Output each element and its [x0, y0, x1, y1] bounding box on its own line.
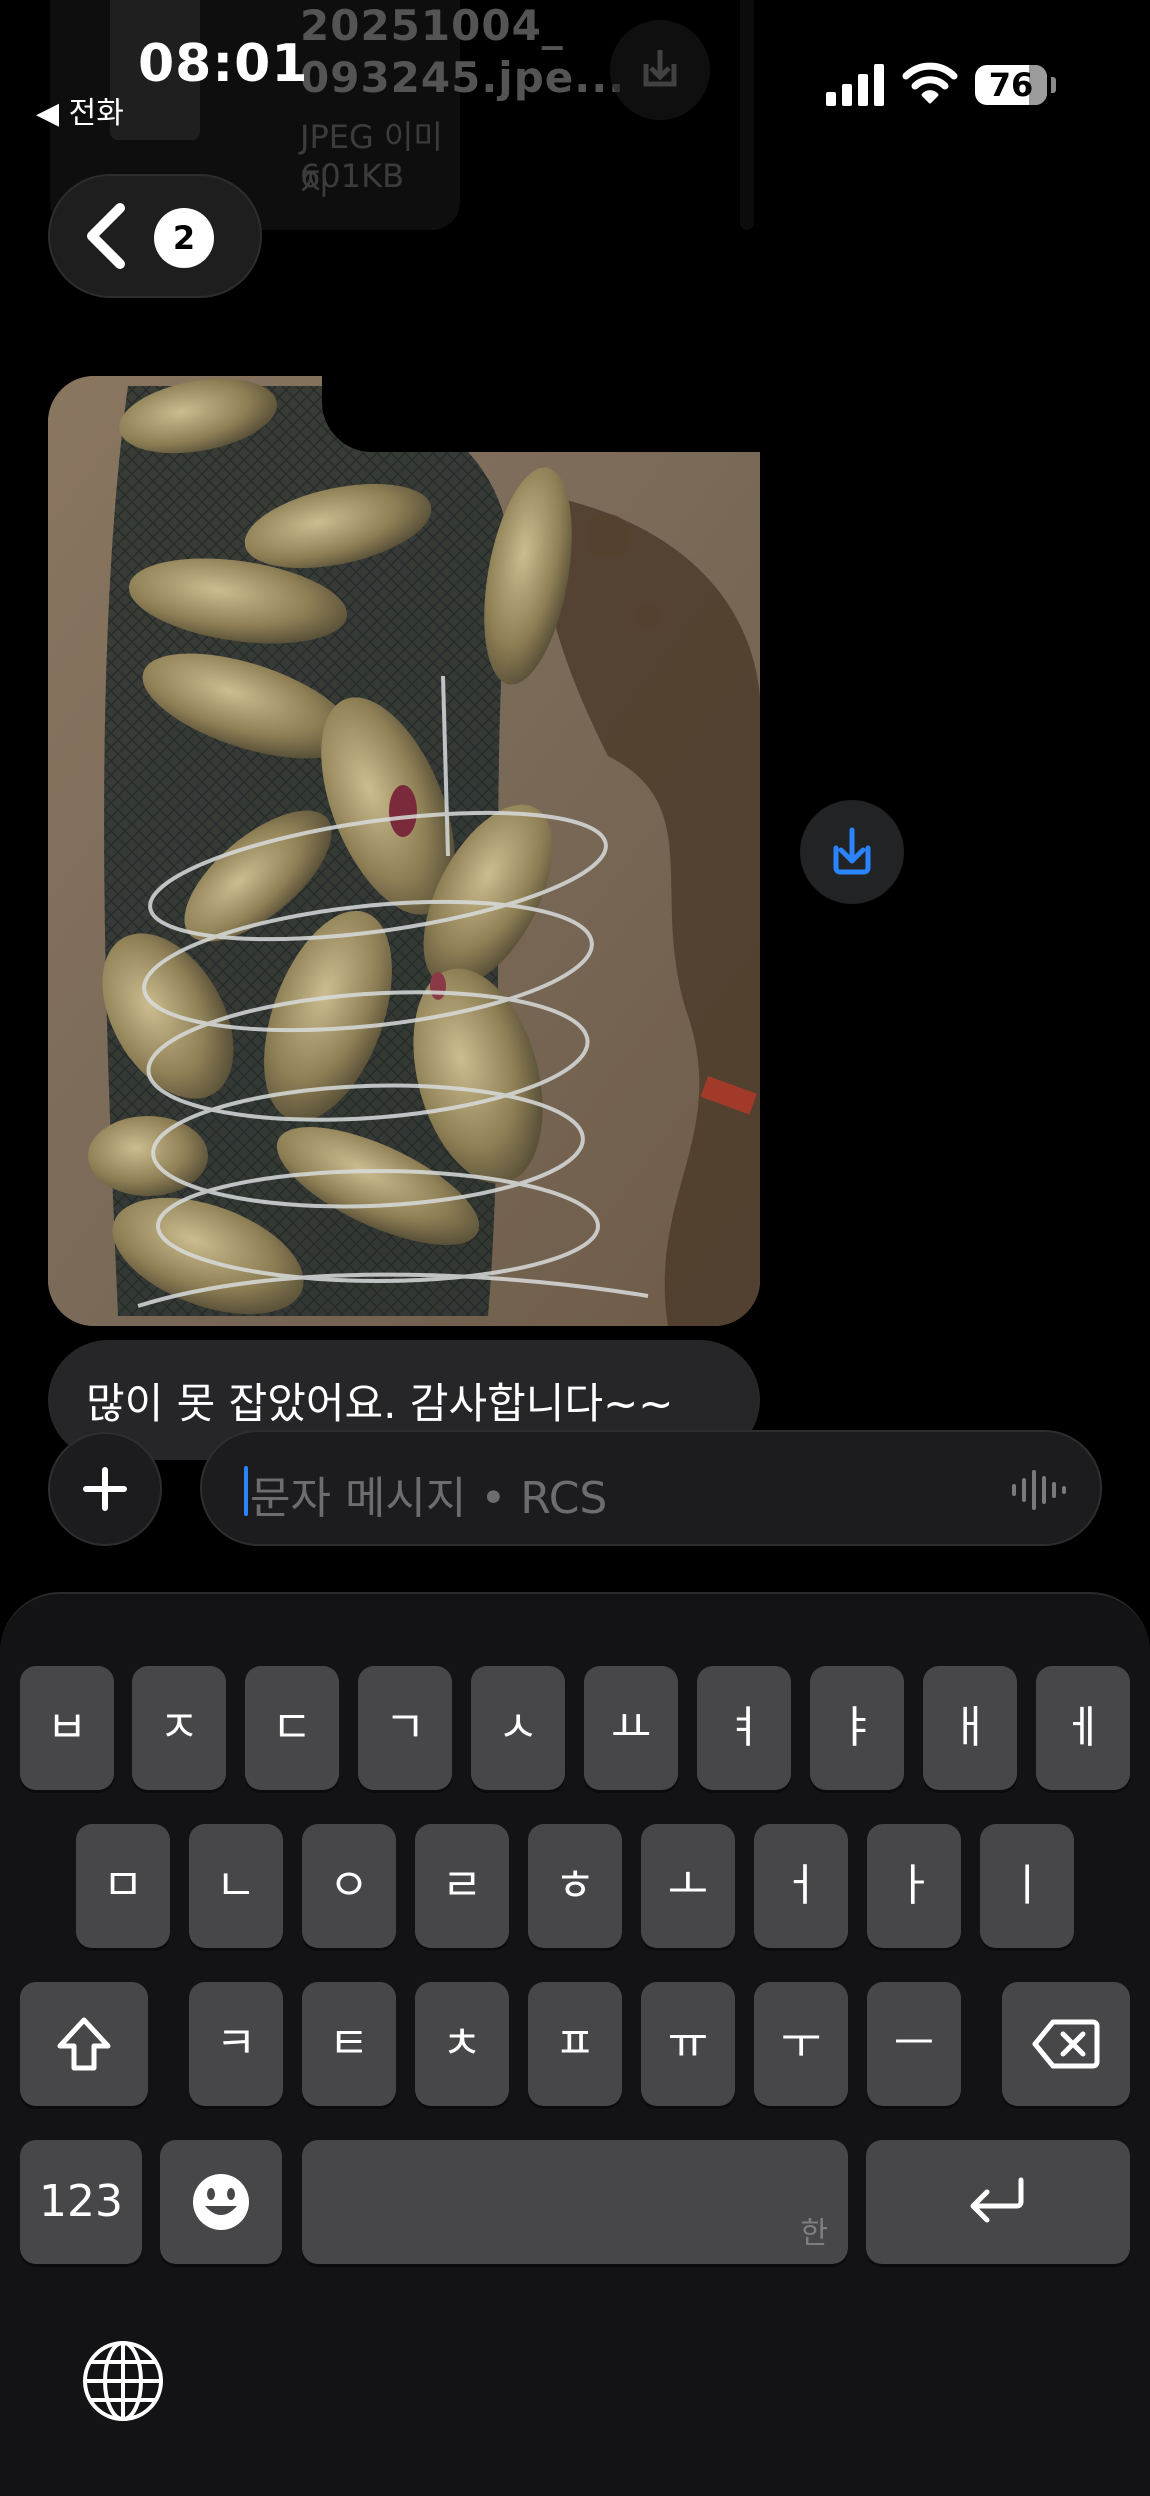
- space-key[interactable]: 한: [302, 2140, 848, 2264]
- key-digeut[interactable]: ㄷ: [245, 1666, 339, 1790]
- download-icon: [643, 50, 677, 87]
- download-icon: [833, 827, 871, 875]
- redacted-region: [322, 340, 822, 452]
- key-yeo[interactable]: ㅕ: [697, 1666, 791, 1790]
- shift-arrow-icon: [57, 2017, 111, 2071]
- key-hieut[interactable]: ㅎ: [528, 1824, 622, 1948]
- key-a[interactable]: ㅏ: [867, 1824, 961, 1948]
- unread-count-badge: 2: [154, 208, 214, 268]
- key-ya[interactable]: ㅑ: [810, 1666, 904, 1790]
- key-eo[interactable]: ㅓ: [754, 1824, 848, 1948]
- return-key[interactable]: [866, 2140, 1130, 2264]
- key-yo[interactable]: ㅛ: [584, 1666, 678, 1790]
- key-yu[interactable]: ㅠ: [641, 1982, 735, 2106]
- numbers-key[interactable]: 123: [20, 2140, 142, 2264]
- key-pieup[interactable]: ㅍ: [528, 1982, 622, 2106]
- attachment-filename-cont: 093245.jpe...: [300, 53, 626, 102]
- image-message[interactable]: [48, 376, 760, 1326]
- key-nieun[interactable]: ㄴ: [189, 1824, 283, 1948]
- key-ae[interactable]: ㅐ: [923, 1666, 1017, 1790]
- key-ieung[interactable]: ㅇ: [302, 1824, 396, 1948]
- back-button[interactable]: 2: [48, 174, 262, 298]
- battery-indicator: 76: [975, 65, 1056, 105]
- cellular-signal-icon: [826, 62, 886, 106]
- key-tieut[interactable]: ㅌ: [302, 1982, 396, 2106]
- key-siot[interactable]: ㅅ: [471, 1666, 565, 1790]
- key-giyeok[interactable]: ㄱ: [358, 1666, 452, 1790]
- key-e[interactable]: ㅔ: [1036, 1666, 1130, 1790]
- image-download-button[interactable]: [800, 800, 904, 904]
- key-o[interactable]: ㅗ: [641, 1824, 735, 1948]
- attachment-download-button[interactable]: [610, 20, 710, 120]
- globe-button[interactable]: [78, 2336, 168, 2426]
- key-i[interactable]: ㅣ: [980, 1824, 1074, 1948]
- emoji-key[interactable]: [160, 2140, 282, 2264]
- keyboard: ㅂ ㅈ ㄷ ㄱ ㅅ ㅛ ㅕ ㅑ ㅐ ㅔ ㅁ ㄴ ㅇ ㄹ ㅎ ㅗ ㅓ ㅏ ㅣ ㅋ …: [0, 1592, 1150, 2496]
- key-bieup[interactable]: ㅂ: [20, 1666, 114, 1790]
- globe-icon: [83, 2341, 163, 2421]
- attachment-edge: [740, 0, 754, 230]
- fish-photo: [48, 376, 760, 1326]
- backspace-icon: [1032, 2019, 1100, 2069]
- return-icon: [970, 2177, 1024, 2223]
- key-jieut[interactable]: ㅈ: [132, 1666, 226, 1790]
- status-time: 08:01: [138, 34, 309, 94]
- emoji-icon: [193, 2174, 249, 2230]
- attachment-filename: 20251004_: [300, 1, 564, 50]
- message-input-placeholder: 문자 메시지 • RCS: [250, 1473, 608, 1524]
- text-cursor: [244, 1466, 248, 1516]
- language-hint: 한: [800, 2216, 828, 2251]
- voice-waveform-icon[interactable]: [1010, 1466, 1070, 1514]
- message-input[interactable]: 문자 메시지 • RCS: [200, 1430, 1102, 1546]
- key-eu[interactable]: ㅡ: [867, 1982, 961, 2106]
- battery-level: 76: [988, 66, 1034, 104]
- chevron-left-icon: [87, 203, 125, 269]
- key-u[interactable]: ㅜ: [754, 1982, 848, 2106]
- add-attachment-button[interactable]: [48, 1432, 162, 1546]
- plus-icon: [83, 1467, 127, 1511]
- wifi-icon: [902, 62, 958, 104]
- back-to-app-link[interactable]: ◀ 전화: [36, 88, 124, 132]
- key-chieut[interactable]: ㅊ: [415, 1982, 509, 2106]
- attachment-size: 601KB: [300, 157, 405, 195]
- key-rieul[interactable]: ㄹ: [415, 1824, 509, 1948]
- key-mieum[interactable]: ㅁ: [76, 1824, 170, 1948]
- key-kieuk[interactable]: ㅋ: [189, 1982, 283, 2106]
- delete-key[interactable]: [1002, 1982, 1130, 2106]
- shift-key[interactable]: [20, 1982, 148, 2106]
- message-text: 많이 못 잡았어요. 감사합니다~~: [86, 1379, 674, 1428]
